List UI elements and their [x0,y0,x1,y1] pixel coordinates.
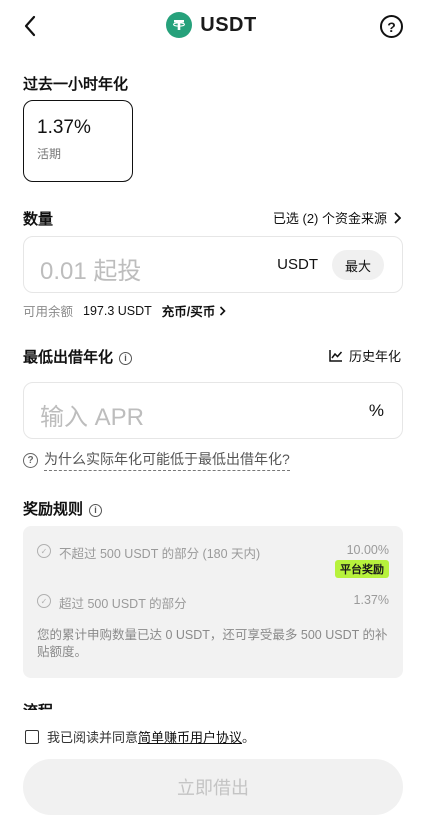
info-icon[interactable]: i [119,351,133,365]
agreement-suffix: 。 [242,730,256,745]
reward-row-text: 不超过 500 USDT 的部分 (180 天内) [59,547,261,561]
funding-sources-link[interactable]: 已选 (2) 个资金来源 [273,208,401,227]
check-circle-icon: ✓ [37,544,51,558]
rewards-label: 奖励规则 [23,501,84,518]
next-section-label: 流程 [23,700,53,710]
amount-unit: USDT [277,256,318,273]
agreement-checkbox[interactable] [25,729,39,744]
deposit-link-text: 充币/买币 [161,305,216,319]
reward-row-value: 10.00% [346,543,389,557]
info-icon[interactable]: i [89,503,103,517]
apr-input[interactable]: 输入 APR % [23,382,403,439]
header-bar: USDT ? [0,0,423,52]
agreement-row[interactable]: 我已阅读并同意简单赚币用户协议。 [25,727,255,746]
rate-value: 1.37% [37,117,91,138]
amount-placeholder: 0.01 起投 [40,258,142,285]
balance-row: 可用余额 197.3 USDT 充币/买币 [23,301,226,320]
why-apr-link[interactable]: ? 为什么实际年化可能低于最低出借年化? [23,449,290,471]
title-group: USDT [0,12,423,38]
deposit-link[interactable]: 充币/买币 [162,301,226,320]
agreement-text: 我已阅读并同意简单赚币用户协议。 [47,727,255,746]
rewards-note: 您的累计申购数量已达 0 USDT，还可享受最多 500 USDT 的补贴额度。 [37,628,388,659]
chevron-right-icon [394,211,401,224]
lend-now-button[interactable]: 立即借出 [23,759,403,815]
apr-placeholder: 输入 APR [40,404,145,431]
platform-reward-badge: 平台奖励 [335,560,389,578]
percent-symbol: % [368,401,384,420]
page-title: USDT [200,13,257,36]
check-circle-icon: ✓ [37,594,51,608]
agreement-prefix: 我已阅读并同意 [47,730,139,745]
amount-label: 数量 [23,211,54,228]
rate-type: 活期 [37,147,62,161]
balance-label: 可用余额 [23,305,74,319]
reward-row-value-group: 10.00% 平台奖励 [335,543,389,578]
chevron-right-icon [220,305,226,316]
min-apr-label-group: 最低出借年化 i [23,346,133,367]
amount-input[interactable]: 0.01 起投 USDT 最大 [23,236,403,293]
reward-row-text: 超过 500 USDT 的部分 [59,597,187,611]
agreement-link[interactable]: 简单赚币用户协议 [138,730,242,745]
why-apr-text: 为什么实际年化可能低于最低出借年化? [44,449,290,471]
reward-row: ✓ 不超过 500 USDT 的部分 (180 天内) 10.00% 平台奖励 [37,543,389,578]
question-circle-icon[interactable]: ? [380,15,403,38]
funding-sources-text: 已选 (2) 个资金来源 [272,211,387,226]
rate-card[interactable]: 1.37% 活期 [23,100,133,182]
max-button[interactable]: 最大 [332,250,384,280]
history-apr-text: 历史年化 [348,349,401,364]
reward-row: ✓ 超过 500 USDT 的部分 1.37% [37,593,389,612]
rewards-rules-box: ✓ 不超过 500 USDT 的部分 (180 天内) 10.00% 平台奖励 … [23,526,403,678]
reward-row-value: 1.37% [353,593,389,607]
balance-value: 197.3 USDT [83,303,152,318]
past-hour-label: 过去一小时年化 [23,76,129,93]
line-chart-icon [329,350,343,362]
rewards-label-group: 奖励规则 i [23,498,103,519]
question-circle-icon: ? [23,452,38,468]
min-apr-label: 最低出借年化 [23,349,114,366]
history-apr-link[interactable]: 历史年化 [329,346,401,365]
tether-coin-icon [166,12,193,38]
